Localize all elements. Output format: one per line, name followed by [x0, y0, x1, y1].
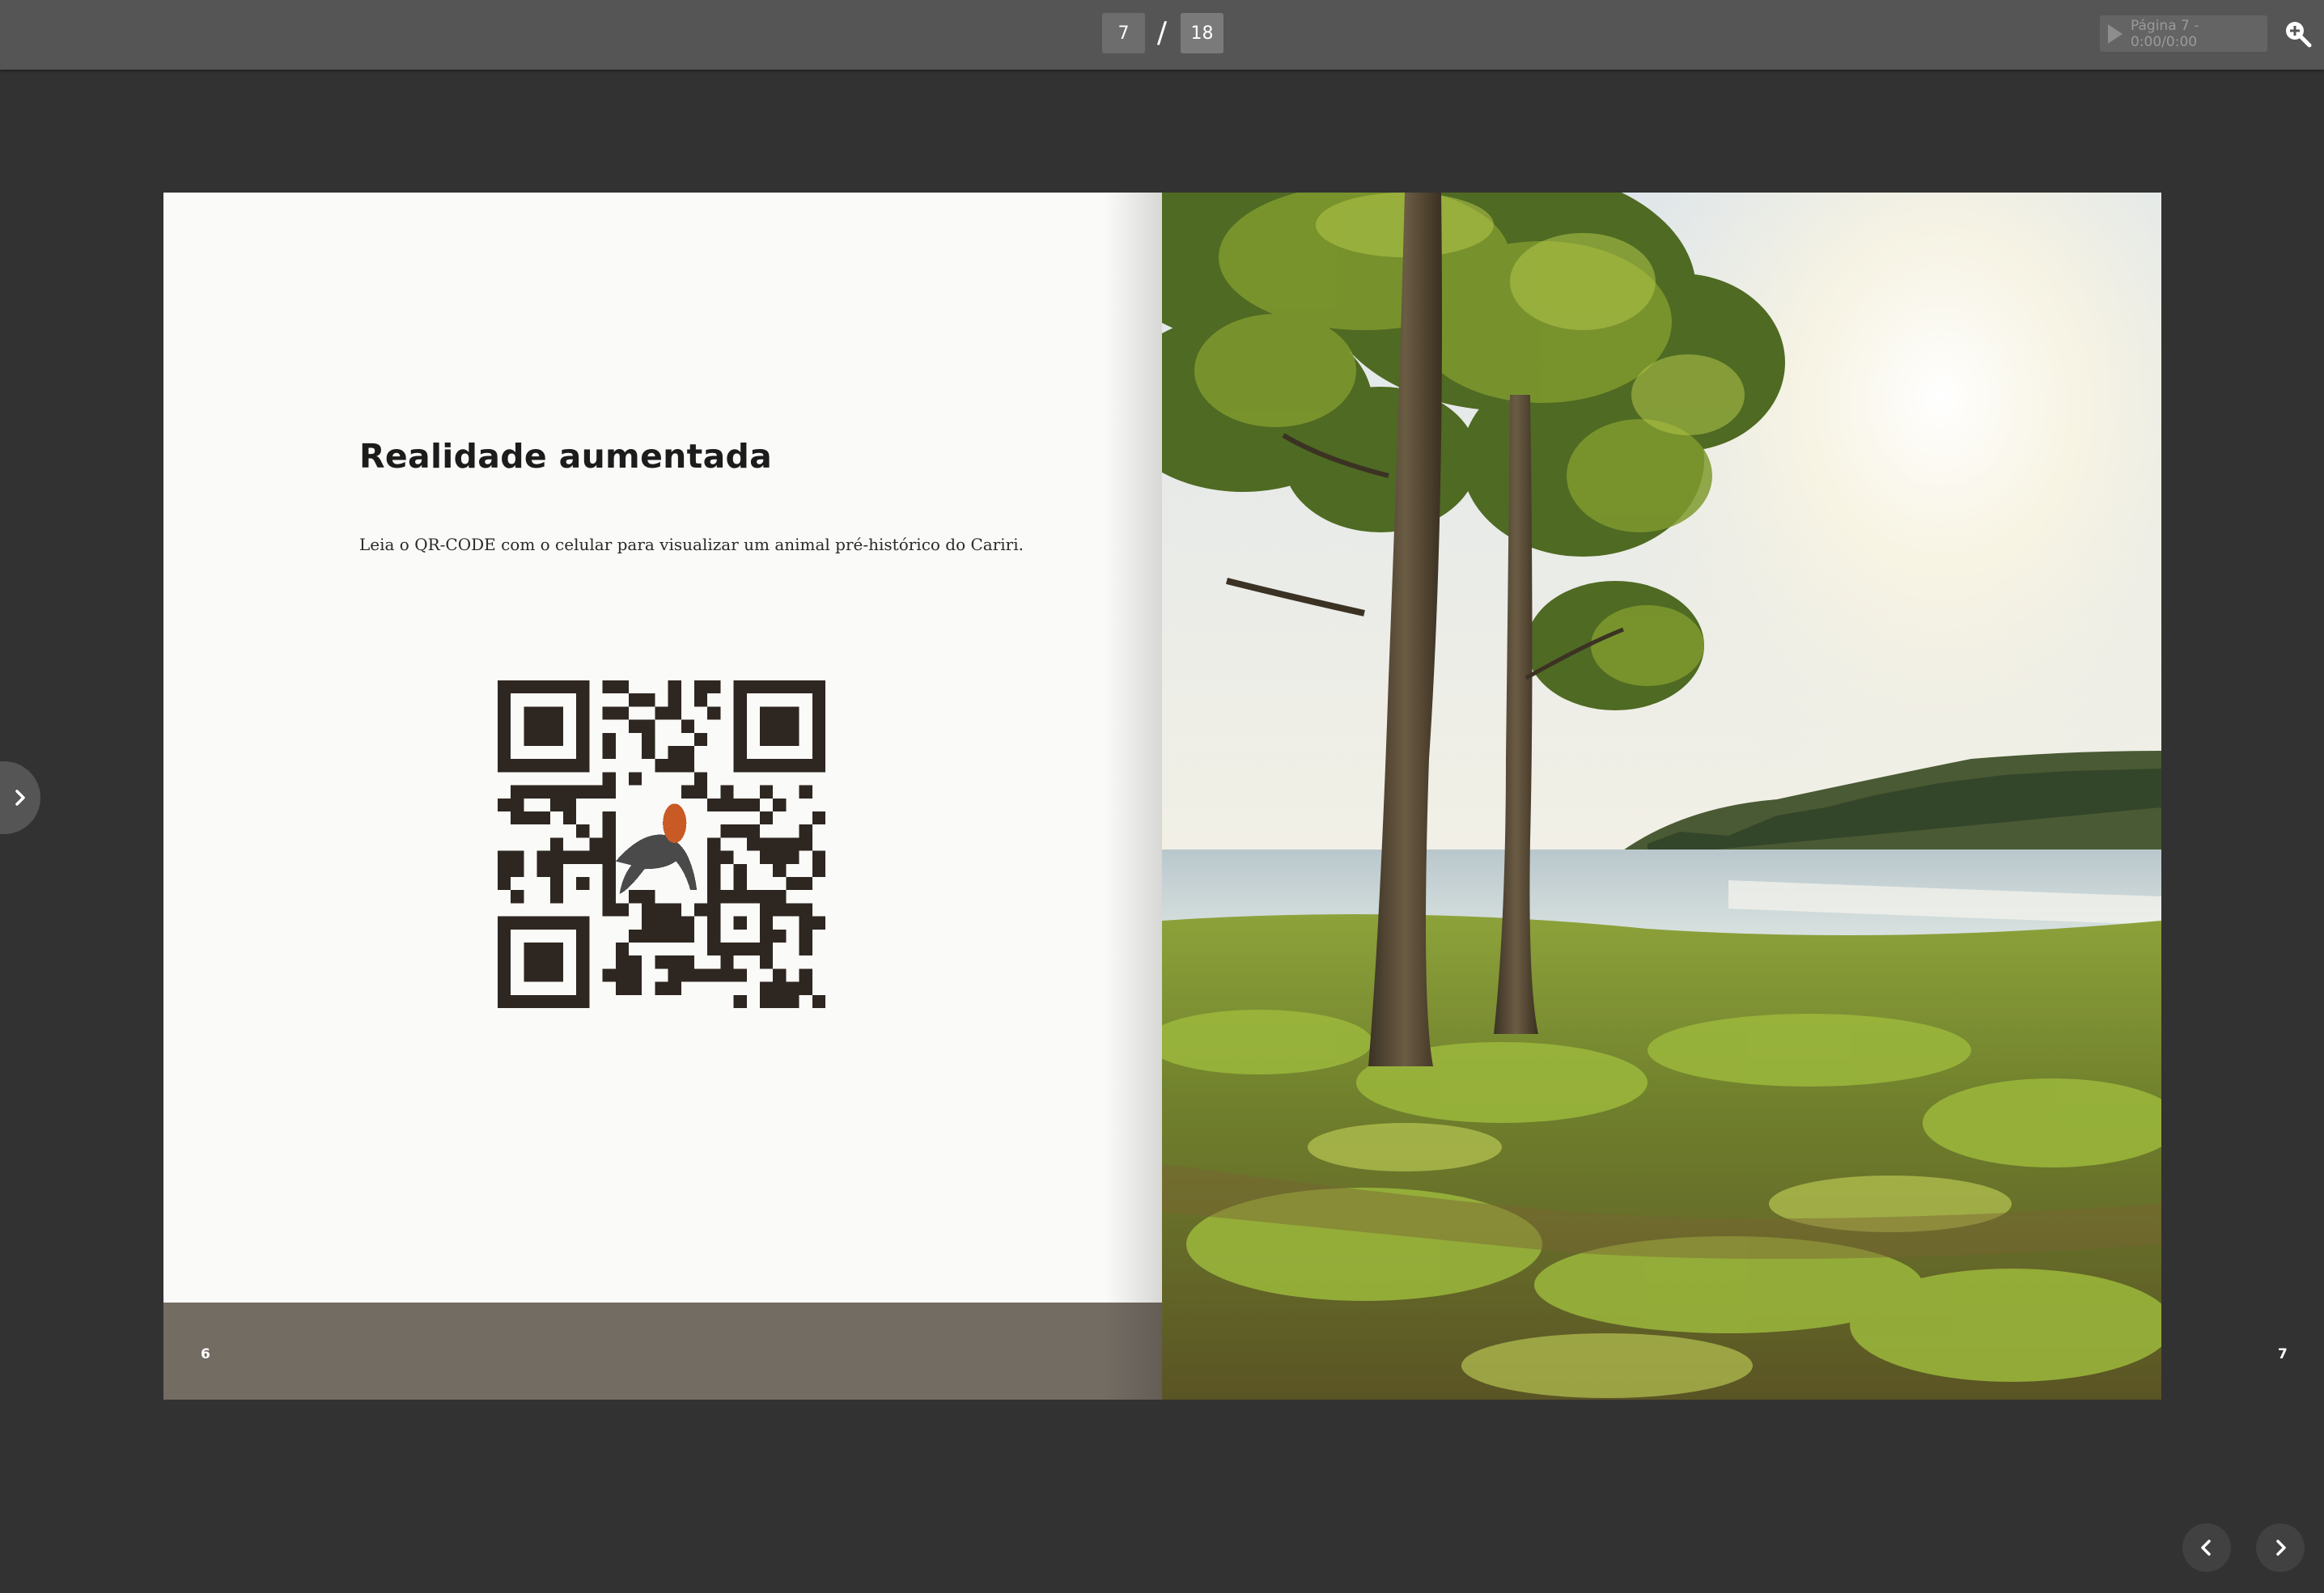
left-page-number: 6	[201, 1346, 210, 1362]
page-heading: Realidade aumentada	[359, 437, 773, 476]
book-spread: Realidade aumentada Leia o QR-CODE com o…	[163, 193, 2288, 1400]
page-body-text: Leia o QR-CODE com o celular para visual…	[359, 535, 1024, 554]
previous-page-button[interactable]	[2182, 1523, 2231, 1572]
qr-code-image	[498, 680, 825, 1008]
zoom-in-icon[interactable]	[2282, 18, 2314, 50]
left-page: Realidade aumentada Leia o QR-CODE com o…	[163, 193, 1162, 1400]
page-footer-band	[163, 1303, 1162, 1400]
chevron-right-icon	[2276, 1540, 2286, 1556]
sidebar-toggle-button[interactable]	[0, 761, 40, 834]
forest-photo	[1162, 193, 2161, 1400]
next-page-button[interactable]	[2256, 1523, 2305, 1572]
play-icon[interactable]	[2108, 23, 2123, 44]
top-toolbar: 7 / 18 Página 7 - 0:00/0:00	[0, 0, 2324, 70]
current-page-input[interactable]: 7	[1102, 13, 1145, 53]
audio-player[interactable]: Página 7 - 0:00/0:00	[2100, 15, 2267, 52]
total-pages: 18	[1181, 13, 1223, 53]
chevron-left-icon	[2201, 1540, 2211, 1556]
gutter-shadow	[1105, 193, 1162, 1400]
audio-label: Página 7 - 0:00/0:00	[2131, 17, 2199, 50]
page-separator: /	[1156, 15, 1168, 49]
right-page-number: 7	[2278, 1346, 2288, 1362]
chevron-right-icon	[15, 790, 25, 806]
